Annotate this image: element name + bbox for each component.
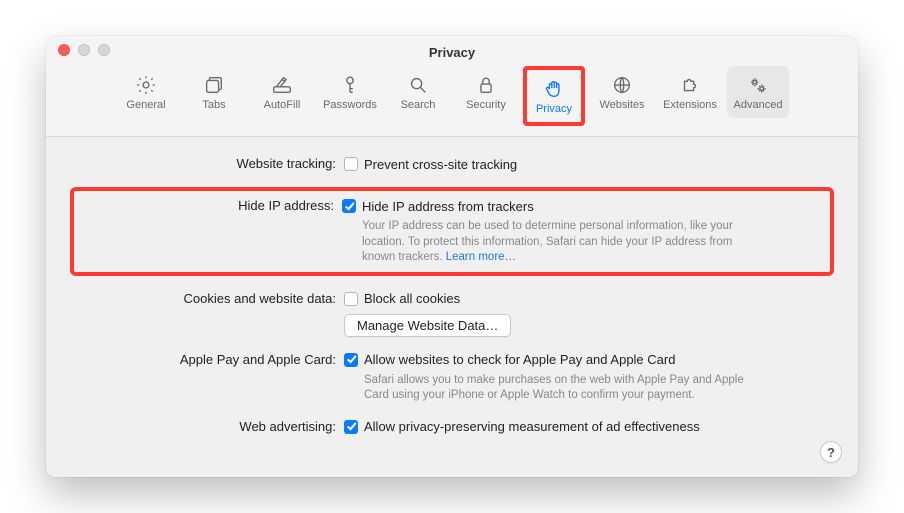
tab-label: Extensions — [663, 99, 717, 111]
tab-websites[interactable]: Websites — [591, 66, 653, 118]
globe-icon — [610, 73, 634, 97]
tab-label: Advanced — [734, 99, 783, 111]
checkbox-apple-pay[interactable]: Allow websites to check for Apple Pay an… — [344, 351, 800, 369]
label-website-tracking: Website tracking: — [74, 155, 344, 171]
minimize-window-button[interactable] — [78, 44, 90, 56]
puzzle-icon — [678, 73, 702, 97]
lock-icon — [474, 73, 498, 97]
checkbox-icon — [344, 420, 358, 434]
key-icon — [338, 73, 362, 97]
tab-label: Privacy — [536, 103, 572, 115]
desc-text: Your IP address can be used to determine… — [362, 220, 733, 263]
tab-advanced[interactable]: Advanced — [727, 66, 789, 118]
apple-pay-description: Safari allows you to make purchases on t… — [344, 373, 744, 404]
checkbox-label: Prevent cross-site tracking — [364, 157, 517, 172]
tab-extensions[interactable]: Extensions — [659, 66, 721, 118]
learn-more-link[interactable]: Learn more… — [446, 251, 516, 263]
label-hide-ip: Hide IP address: — [80, 197, 342, 266]
highlight-hide-ip-section: Hide IP address: Hide IP address from tr… — [70, 187, 834, 276]
row-web-advertising: Web advertising: Allow privacy-preservin… — [74, 418, 830, 436]
gears-icon — [746, 73, 770, 97]
row-cookies: Cookies and website data: Block all cook… — [74, 290, 830, 308]
tab-label: Tabs — [202, 99, 225, 111]
tab-label: AutoFill — [264, 99, 301, 111]
tab-label: Passwords — [323, 99, 377, 111]
close-window-button[interactable] — [58, 44, 70, 56]
help-button[interactable]: ? — [820, 441, 842, 463]
tab-autofill[interactable]: AutoFill — [251, 66, 313, 118]
tabs-icon — [202, 73, 226, 97]
checkbox-icon — [344, 353, 358, 367]
gear-icon — [134, 73, 158, 97]
tab-privacy[interactable]: Privacy — [527, 70, 581, 122]
checkbox-web-ads[interactable]: Allow privacy-preserving measurement of … — [344, 418, 800, 436]
privacy-pane: Website tracking: Prevent cross-site tra… — [46, 137, 858, 477]
tab-tabs[interactable]: Tabs — [183, 66, 245, 118]
manage-website-data-button[interactable]: Manage Website Data… — [344, 314, 511, 337]
pencil-icon — [270, 73, 294, 97]
hand-icon — [542, 77, 566, 101]
checkbox-icon — [342, 199, 356, 213]
preferences-toolbar: General Tabs AutoFill Passwords Search S… — [46, 62, 858, 137]
tab-security[interactable]: Security — [455, 66, 517, 118]
checkbox-label: Block all cookies — [364, 291, 460, 306]
checkbox-hide-ip[interactable]: Hide IP address from trackers — [342, 197, 794, 215]
tab-label: Search — [401, 99, 436, 111]
window-controls — [58, 44, 110, 56]
row-website-tracking: Website tracking: Prevent cross-site tra… — [74, 155, 830, 173]
tab-label: Security — [466, 99, 506, 111]
zoom-window-button[interactable] — [98, 44, 110, 56]
titlebar: Privacy — [46, 36, 858, 62]
label-apple-pay: Apple Pay and Apple Card: — [74, 351, 344, 367]
checkbox-icon — [344, 292, 358, 306]
checkbox-icon — [344, 157, 358, 171]
help-label: ? — [827, 445, 835, 460]
checkbox-prevent-cross-site[interactable]: Prevent cross-site tracking — [344, 155, 800, 173]
checkbox-label: Allow privacy-preserving measurement of … — [364, 419, 700, 434]
tab-label: Websites — [599, 99, 644, 111]
checkbox-label: Hide IP address from trackers — [362, 199, 534, 214]
preferences-window: Privacy General Tabs AutoFill Passwords … — [46, 36, 858, 477]
row-apple-pay: Apple Pay and Apple Card: Allow websites… — [74, 351, 830, 404]
hide-ip-description: Your IP address can be used to determine… — [342, 219, 742, 266]
checkbox-label: Allow websites to check for Apple Pay an… — [364, 352, 675, 367]
highlight-privacy-tab: Privacy — [523, 66, 585, 126]
tab-label: General — [126, 99, 165, 111]
tab-search[interactable]: Search — [387, 66, 449, 118]
label-cookies: Cookies and website data: — [74, 290, 344, 306]
checkbox-block-cookies[interactable]: Block all cookies — [344, 290, 800, 308]
window-title: Privacy — [58, 45, 846, 60]
row-manage-data: Manage Website Data… — [74, 314, 830, 337]
tab-general[interactable]: General — [115, 66, 177, 118]
label-web-advertising: Web advertising: — [74, 418, 344, 434]
tab-passwords[interactable]: Passwords — [319, 66, 381, 118]
search-icon — [406, 73, 430, 97]
